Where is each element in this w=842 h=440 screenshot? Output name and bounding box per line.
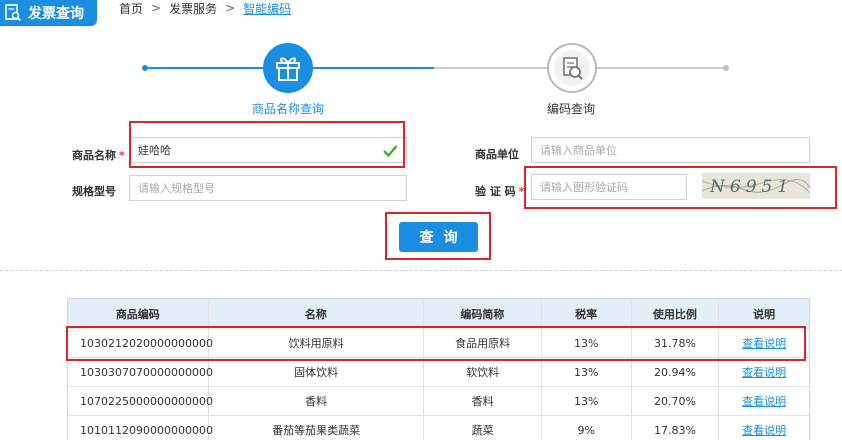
gift-icon xyxy=(276,57,300,81)
breadcrumb: 首页 > 发票服务 > 智能编码 xyxy=(119,0,291,16)
view-description-link[interactable]: 查看说明 xyxy=(742,364,786,380)
highlight-captcha xyxy=(524,166,837,209)
cell-short-name: 蔬菜 xyxy=(424,416,542,440)
table-row[interactable]: 1030307070000000000 固体饮料 软饮料 13% 20.94% … xyxy=(68,358,809,387)
cell-code: 1070225000000000000 xyxy=(68,387,213,415)
required-mark: * xyxy=(119,149,125,162)
cell-name: 香料 xyxy=(209,387,425,415)
breadcrumb-separator: > xyxy=(225,1,236,15)
step-label-product-name-query: 商品名称查询 xyxy=(251,102,324,116)
step-product-name-query[interactable] xyxy=(263,43,313,93)
cell-usage-ratio: 17.83% xyxy=(632,416,720,440)
step-end-dot xyxy=(723,65,729,71)
breadcrumb-section[interactable]: 发票服务 xyxy=(169,0,217,17)
col-header-usage-ratio: 使用比例 xyxy=(632,299,720,328)
table-header-row: 商品编码 名称 编码简称 税率 使用比例 说明 xyxy=(68,299,809,329)
cell-usage-ratio: 20.94% xyxy=(632,358,720,386)
view-description-link[interactable]: 查看说明 xyxy=(742,422,786,438)
module-title: 发票查询 xyxy=(28,6,84,22)
cell-tax-rate: 9% xyxy=(542,416,632,440)
spec-model-label: 规格型号 xyxy=(72,185,116,198)
breadcrumb-home[interactable]: 首页 xyxy=(119,0,143,17)
table-row[interactable]: 1070225000000000000 香料 香料 13% 20.70% 查看说… xyxy=(68,387,809,416)
module-tab-invoice-query[interactable]: 发票查询 xyxy=(0,0,97,26)
spec-model-placeholder: 请输入规格型号 xyxy=(138,182,215,195)
highlight-query-button xyxy=(385,212,491,260)
spec-model-input[interactable]: 请输入规格型号 xyxy=(129,175,407,201)
breadcrumb-current[interactable]: 智能编码 xyxy=(243,0,291,17)
col-header-tax-rate: 税率 xyxy=(542,299,632,328)
product-name-label-text: 商品名称 xyxy=(72,149,116,162)
cell-name: 番茄等茄果类蔬菜 xyxy=(209,416,425,440)
col-header-name: 名称 xyxy=(209,299,425,328)
product-unit-placeholder: 请输入商品单位 xyxy=(540,144,617,157)
breadcrumb-separator: > xyxy=(151,1,162,15)
step-label-code-query: 编码查询 xyxy=(546,102,595,116)
cell-code: 1030307070000000000 xyxy=(68,358,213,386)
col-header-short-name: 编码简称 xyxy=(424,299,542,328)
cell-description: 查看说明 xyxy=(719,387,809,415)
document-search-icon xyxy=(554,50,590,86)
product-name-label: 商品名称 * xyxy=(72,147,125,163)
invoice-search-icon xyxy=(5,4,22,22)
table-row[interactable]: 1010112090000000000 番茄等茄果类蔬菜 蔬菜 9% 17.83… xyxy=(68,416,809,440)
section-divider xyxy=(0,270,842,271)
product-unit-label: 商品单位 xyxy=(475,148,519,161)
col-header-code: 商品编码 xyxy=(68,299,209,328)
captcha-label-text: 验 证 码 xyxy=(475,185,516,198)
cell-description: 查看说明 xyxy=(719,416,809,440)
cell-name: 固体饮料 xyxy=(209,358,425,386)
col-header-description: 说明 xyxy=(753,307,776,321)
cell-tax-rate: 13% xyxy=(542,358,632,386)
highlight-first-row xyxy=(66,326,806,361)
step-code-query[interactable] xyxy=(547,43,597,93)
cell-usage-ratio: 20.70% xyxy=(632,387,720,415)
cell-tax-rate: 13% xyxy=(542,387,632,415)
highlight-product-name xyxy=(129,121,405,168)
cell-code: 1010112090000000000 xyxy=(68,416,213,440)
product-unit-input[interactable]: 请输入商品单位 xyxy=(531,137,810,163)
cell-description: 查看说明 xyxy=(719,358,809,386)
view-description-link[interactable]: 查看说明 xyxy=(742,393,786,409)
step-start-dot xyxy=(142,65,148,71)
cell-short-name: 香料 xyxy=(424,387,542,415)
results-table: 商品编码 名称 编码简称 税率 使用比例 说明 1030212020000000… xyxy=(67,298,810,440)
captcha-label: 验 证 码 * xyxy=(475,183,524,199)
cell-short-name: 软饮料 xyxy=(424,358,542,386)
